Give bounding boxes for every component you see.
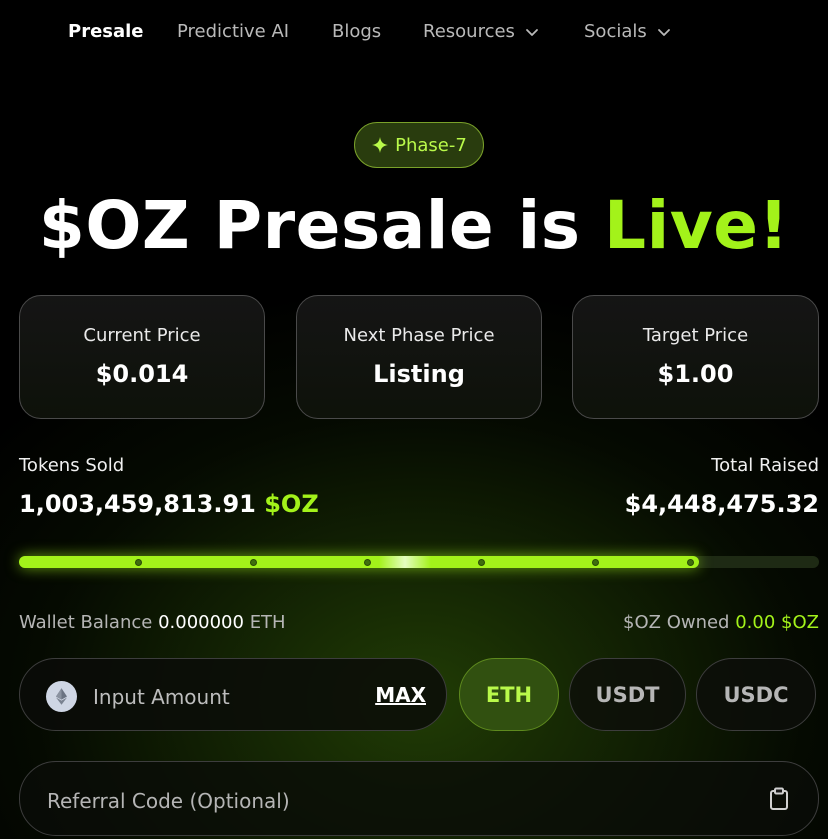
presale-page: Presale Predictive AI Blogs Resources So… [0, 0, 828, 839]
currency-eth-button[interactable]: ETH [459, 658, 559, 731]
current-price-value: $0.014 [95, 360, 189, 388]
presale-progress-bar [19, 556, 819, 568]
currency-usdt-button[interactable]: USDT [569, 658, 686, 731]
progress-marker [592, 559, 599, 566]
nav-resources[interactable]: Resources [423, 21, 539, 42]
total-raised-value: $4,448,475.32 [624, 490, 819, 518]
page-title: $OZ Presale is Live! [0, 186, 828, 266]
wallet-balance-unit: ETH [249, 612, 286, 633]
amount-placeholder: Input Amount [93, 685, 230, 709]
amount-input[interactable]: Input Amount MAX [19, 658, 447, 731]
chevron-down-icon [657, 28, 670, 36]
title-accent: Live! [604, 187, 790, 264]
phase-badge: Phase-7 [354, 122, 484, 168]
next-phase-price-value: Listing [373, 360, 465, 388]
oz-owned-value: 0.00 $OZ [735, 612, 819, 633]
tokens-sold-value: 1,003,459,813.91 [19, 490, 256, 518]
total-raised-label: Total Raised [711, 455, 819, 476]
nav-socials[interactable]: Socials [584, 21, 671, 42]
referral-code-input[interactable]: Referral Code (Optional) [19, 761, 819, 836]
progress-shine [379, 556, 431, 568]
progress-marker [687, 559, 694, 566]
target-price-card: Target Price $1.00 [572, 295, 819, 419]
tokens-sold-unit: $OZ [264, 490, 319, 518]
nav-blogs[interactable]: Blogs [332, 21, 381, 42]
phase-label: Phase-7 [395, 134, 467, 156]
current-price-card: Current Price $0.014 [19, 295, 265, 419]
sparkle-icon [372, 137, 389, 153]
nav-blogs-label: Blogs [332, 21, 382, 42]
ethereum-icon [46, 681, 77, 712]
next-phase-price-card: Next Phase Price Listing [296, 295, 542, 419]
wallet-balance-value: 0.000000 [158, 612, 244, 633]
title-main: $OZ Presale is [38, 187, 605, 264]
nav-predictive-ai-label: Predictive AI [177, 21, 290, 42]
nav-predictive-ai[interactable]: Predictive AI [177, 21, 289, 42]
chevron-down-icon [526, 28, 538, 36]
oz-owned-label: $OZ Owned [623, 612, 730, 633]
oz-owned: $OZ Owned 0.00 $OZ [623, 612, 819, 633]
tokens-sold-label: Tokens Sold [19, 455, 125, 476]
progress-marker [364, 559, 371, 566]
clipboard-paste-icon[interactable] [768, 787, 790, 811]
target-price-value: $1.00 [657, 360, 734, 388]
referral-placeholder: Referral Code (Optional) [47, 789, 290, 813]
progress-marker [250, 559, 257, 566]
target-price-label: Target Price [642, 325, 749, 346]
wallet-balance: Wallet Balance 0.000000 ETH [19, 612, 286, 633]
currency-usdc-button[interactable]: USDC [696, 658, 816, 731]
wallet-balance-label: Wallet Balance [19, 612, 153, 633]
progress-marker [478, 559, 485, 566]
max-button[interactable]: MAX [375, 683, 426, 707]
progress-marker [135, 559, 142, 566]
top-nav: Presale Predictive AI Blogs Resources So… [0, 0, 828, 66]
nav-presale-label: Presale [68, 21, 144, 42]
nav-socials-label: Socials [584, 21, 647, 42]
tokens-sold-value-row: 1,003,459,813.91 $OZ [19, 490, 319, 518]
nav-presale[interactable]: Presale [68, 21, 144, 42]
current-price-label: Current Price [83, 325, 201, 346]
nav-resources-label: Resources [423, 21, 515, 42]
next-phase-price-label: Next Phase Price [343, 325, 495, 346]
